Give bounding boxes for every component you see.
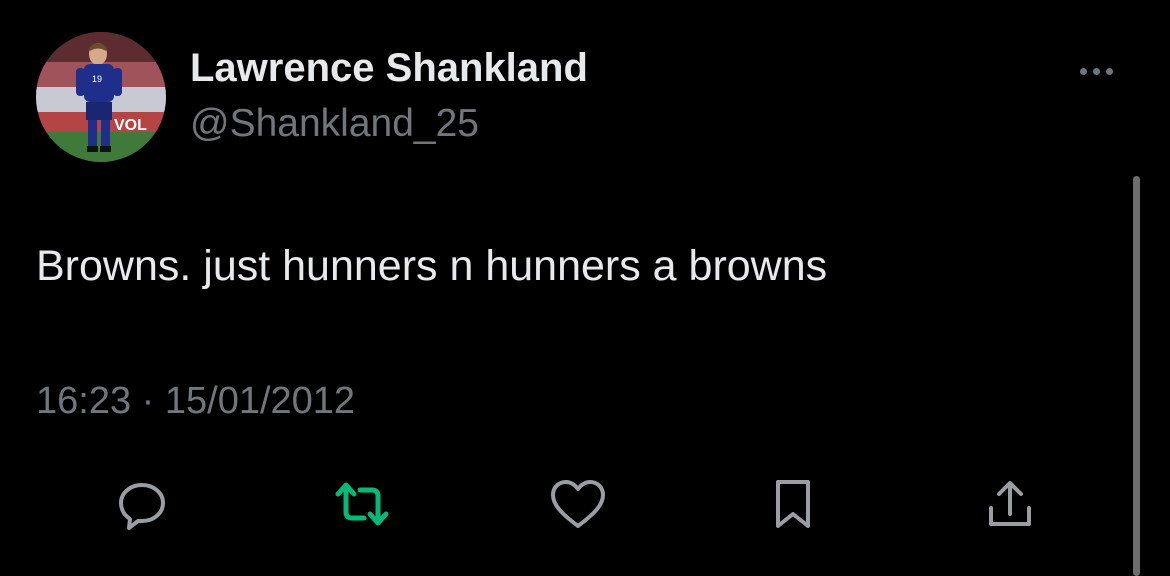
like-button[interactable] bbox=[546, 472, 610, 536]
reply-bubble-icon bbox=[119, 483, 165, 530]
user-handle[interactable]: @Shankland_25 bbox=[190, 102, 479, 146]
timestamp-separator: · bbox=[141, 380, 155, 422]
retweet-button[interactable] bbox=[330, 472, 394, 536]
scrollbar[interactable] bbox=[1133, 176, 1140, 576]
avatar-image: VOL 19 bbox=[36, 32, 166, 162]
avatar[interactable]: VOL 19 bbox=[36, 32, 166, 162]
display-name[interactable]: Lawrence Shankland bbox=[190, 46, 588, 91]
bookmark-icon bbox=[776, 480, 810, 528]
share-button[interactable] bbox=[978, 472, 1042, 536]
bookmark-button[interactable] bbox=[761, 472, 825, 536]
avatar-banner-text: VOL bbox=[114, 117, 147, 134]
tweet-timestamp[interactable]: 16:23 · 15/01/2012 bbox=[36, 380, 355, 423]
retweet-icon bbox=[335, 482, 389, 526]
tweet-date: 15/01/2012 bbox=[164, 380, 356, 422]
more-dot-icon bbox=[1079, 67, 1087, 75]
more-dot-icon bbox=[1105, 67, 1113, 75]
heart-icon bbox=[551, 480, 605, 528]
tweet-card: VOL 19 Lawrence Shankland @Shankland_25 … bbox=[0, 0, 1170, 576]
share-icon bbox=[989, 481, 1031, 526]
avatar-jersey-number: 19 bbox=[92, 74, 102, 84]
more-options-button[interactable] bbox=[1066, 56, 1126, 86]
tweet-text: Browns. just hunners n hunners a browns bbox=[36, 242, 828, 290]
reply-button[interactable] bbox=[110, 472, 174, 536]
more-dot-icon bbox=[1092, 67, 1100, 75]
tweet-time: 16:23 bbox=[36, 380, 132, 422]
